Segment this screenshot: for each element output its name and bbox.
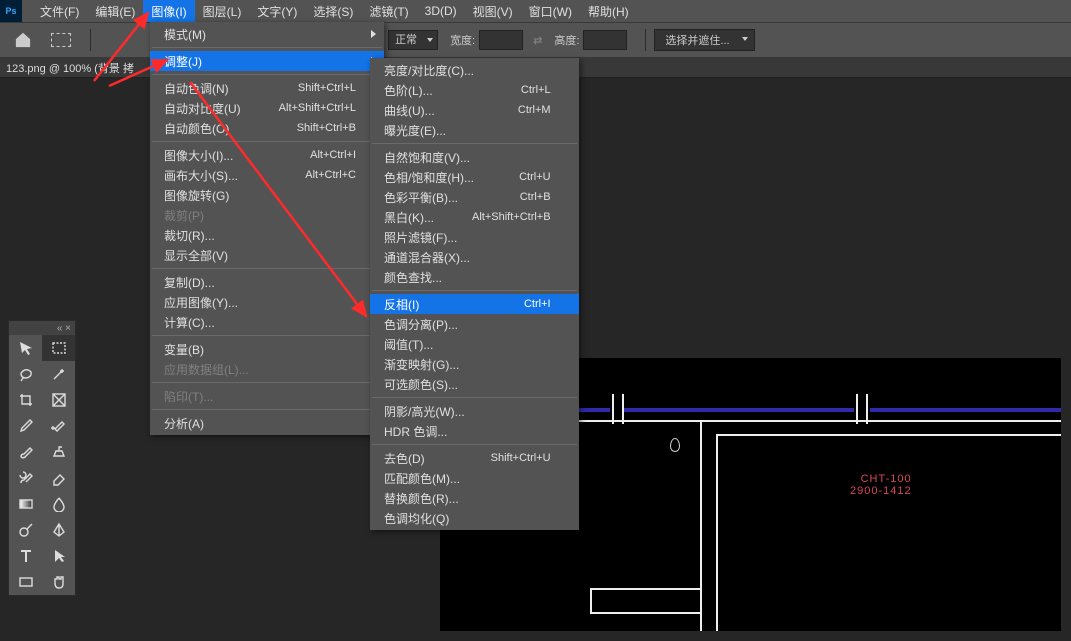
menu-3dd[interactable]: 3D(D) — [417, 0, 465, 22]
image-menu-item-20: 应用数据组(L)... — [150, 359, 384, 379]
home-button[interactable] — [6, 26, 40, 54]
height-field[interactable] — [583, 30, 627, 50]
crop-tool[interactable] — [9, 387, 42, 413]
image-menu-dropdown: 模式(M) 调整(J) 自动色调(N)Shift+Ctrl+L自动对比度(U)Alt… — [150, 22, 384, 435]
adjust-menu-item-3[interactable]: 曝光度(E)... — [370, 120, 579, 140]
eraser-tool[interactable] — [42, 465, 75, 491]
adjust-menu-item-19[interactable]: 阴影/高光(W)... — [370, 401, 579, 421]
history-brush-tool[interactable] — [9, 465, 42, 491]
eyedropper-tool[interactable] — [9, 413, 42, 439]
move-tool[interactable] — [9, 335, 42, 361]
image-menu-item-2[interactable]: 调整(J) — [150, 51, 384, 71]
rectangle-tool[interactable] — [9, 569, 42, 595]
image-menu-item-0[interactable]: 模式(M) — [150, 24, 384, 44]
adjust-menu-item-2[interactable]: 曲线(U)...Ctrl+M — [370, 100, 579, 120]
adjust-menu-item-6[interactable]: 色相/饱和度(H)...Ctrl+U — [370, 167, 579, 187]
adjust-menu-item-15[interactable]: 阈值(T)... — [370, 334, 579, 354]
width-field[interactable] — [479, 30, 523, 50]
adjust-menu-item-1[interactable]: 色阶(L)...Ctrl+L — [370, 80, 579, 100]
image-menu-item-12[interactable]: 裁切(R)... — [150, 225, 384, 245]
adjust-menu-item-11[interactable]: 颜色查找... — [370, 267, 579, 287]
menu-图像i[interactable]: 图像(I) — [143, 0, 194, 22]
adjust-menu-item-7[interactable]: 色彩平衡(B)...Ctrl+B — [370, 187, 579, 207]
height-label: 高度: — [554, 32, 579, 48]
width-label: 宽度: — [450, 32, 475, 48]
adjust-menu-item-22[interactable]: 去色(D)Shift+Ctrl+U — [370, 448, 579, 468]
menu-文字y[interactable]: 文字(Y) — [249, 0, 305, 22]
image-menu-item-10[interactable]: 图像旋转(G) — [150, 185, 384, 205]
type-tool[interactable] — [9, 543, 42, 569]
image-menu-item-9[interactable]: 画布大小(S)...Alt+Ctrl+C — [150, 165, 384, 185]
menu-选择s[interactable]: 选择(S) — [305, 0, 361, 22]
adjust-menu-item-9[interactable]: 照片滤镜(F)... — [370, 227, 579, 247]
menu-视图v[interactable]: 视图(V) — [465, 0, 521, 22]
submenu-arrow-icon — [371, 30, 376, 38]
image-menu-item-13[interactable]: 显示全部(V) — [150, 245, 384, 265]
menu-编辑e[interactable]: 编辑(E) — [87, 0, 143, 22]
swap-icon[interactable]: ⇄ — [533, 34, 542, 47]
brush-tool[interactable] — [9, 439, 42, 465]
menu-图层l[interactable]: 图层(L) — [195, 0, 250, 22]
menu-帮助h[interactable]: 帮助(H) — [580, 0, 637, 22]
style-select[interactable]: 正常 — [388, 30, 438, 50]
image-menu-item-24[interactable]: 分析(A) — [150, 413, 384, 433]
image-menu-item-17[interactable]: 计算(C)... — [150, 312, 384, 332]
adjust-menu-item-8[interactable]: 黑白(K)...Alt+Shift+Ctrl+B — [370, 207, 579, 227]
gradient-tool[interactable] — [9, 491, 42, 517]
document-tab[interactable]: 123.png @ 100% (背景 拷 — [6, 60, 134, 76]
image-menu-item-15[interactable]: 复制(D)... — [150, 272, 384, 292]
tools-panel: « × — [8, 320, 76, 596]
image-menu-item-6[interactable]: 自动颜色(O)Shift+Ctrl+B — [150, 118, 384, 138]
adjust-menu-item-17[interactable]: 可选颜色(S)... — [370, 374, 579, 394]
adjust-menu-item-25[interactable]: 色调均化(Q) — [370, 508, 579, 528]
frame-tool[interactable] — [42, 387, 75, 413]
path-select-tool[interactable] — [42, 543, 75, 569]
image-menu-item-22: 陷印(T)... — [150, 386, 384, 406]
adjust-menu-item-20[interactable]: HDR 色调... — [370, 421, 579, 441]
adjust-menu-item-13[interactable]: 反相(I)Ctrl+I — [370, 294, 579, 314]
tool-preset-icon[interactable] — [44, 26, 78, 54]
select-and-mask-button[interactable]: 选择并遮住... — [654, 29, 754, 51]
image-menu-item-16[interactable]: 应用图像(Y)... — [150, 292, 384, 312]
image-menu-item-4[interactable]: 自动色调(N)Shift+Ctrl+L — [150, 78, 384, 98]
hand-tool[interactable] — [42, 569, 75, 595]
pen-tool[interactable] — [42, 517, 75, 543]
adjust-menu-item-16[interactable]: 渐变映射(G)... — [370, 354, 579, 374]
lasso-tool[interactable] — [9, 361, 42, 387]
adjust-menu-item-24[interactable]: 替换颜色(R)... — [370, 488, 579, 508]
dodge-tool[interactable] — [9, 517, 42, 543]
tools-panel-header[interactable]: « × — [9, 321, 75, 335]
menubar: Ps 文件(F)编辑(E)图像(I)图层(L)文字(Y)选择(S)滤镜(T)3D… — [0, 0, 1071, 22]
app-icon: Ps — [0, 0, 22, 22]
blur-tool[interactable] — [42, 491, 75, 517]
image-menu-item-5[interactable]: 自动对比度(U)Alt+Shift+Ctrl+L — [150, 98, 384, 118]
magic-wand-tool[interactable] — [42, 361, 75, 387]
adjust-menu-item-10[interactable]: 通道混合器(X)... — [370, 247, 579, 267]
adjust-menu-item-14[interactable]: 色调分离(P)... — [370, 314, 579, 334]
image-menu-item-8[interactable]: 图像大小(I)...Alt+Ctrl+I — [150, 145, 384, 165]
image-menu-item-11: 裁剪(P) — [150, 205, 384, 225]
menu-文件f[interactable]: 文件(F) — [32, 0, 87, 22]
menu-滤镜t[interactable]: 滤镜(T) — [361, 0, 416, 22]
cad-annotation: CHT-100 2900-1412 — [850, 473, 912, 497]
rect-marquee-tool[interactable] — [42, 335, 75, 361]
image-menu-item-19[interactable]: 变量(B) — [150, 339, 384, 359]
adjustments-submenu: 亮度/对比度(C)...色阶(L)...Ctrl+L曲线(U)...Ctrl+M… — [370, 58, 579, 530]
adjust-menu-item-0[interactable]: 亮度/对比度(C)... — [370, 60, 579, 80]
menu-窗口w[interactable]: 窗口(W) — [521, 0, 580, 22]
adjust-menu-item-23[interactable]: 匹配颜色(M)... — [370, 468, 579, 488]
healing-brush-tool[interactable] — [42, 413, 75, 439]
adjust-menu-item-5[interactable]: 自然饱和度(V)... — [370, 147, 579, 167]
clone-stamp-tool[interactable] — [42, 439, 75, 465]
